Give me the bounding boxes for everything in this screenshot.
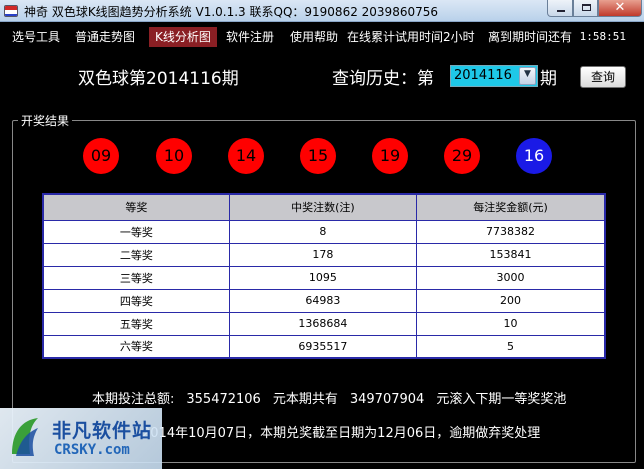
table-row: 四等奖 64983 200 (42, 288, 606, 313)
result-legend: 开奖结果 (18, 112, 73, 129)
prize-amount: 200 (416, 288, 606, 313)
red-ball-5: 19 (372, 138, 408, 174)
col-header-amount: 每注奖金额(元) (416, 193, 606, 221)
menu-normal-trend[interactable]: 普通走势图 (75, 27, 135, 47)
menu-help[interactable]: 使用帮助 (290, 27, 338, 47)
menu-kline-chart[interactable]: K线分析图 (149, 27, 217, 47)
winner-count: 1368684 (228, 311, 418, 336)
query-button[interactable]: 查询 (580, 66, 626, 88)
red-ball-6: 29 (444, 138, 480, 174)
chevron-down-icon: ▼ (524, 69, 531, 79)
draw-info: 2014年10月07日，本期兑奖截至日期为12月06日，逾期做弃奖处理 (142, 426, 541, 441)
red-ball-3: 14 (228, 138, 264, 174)
table-row: 六等奖 6935517 5 (42, 334, 606, 359)
prize-level: 一等奖 (42, 219, 230, 244)
countdown-timer: 1:58:51 (579, 30, 626, 43)
watermark-cn: 非凡软件站 (52, 420, 153, 442)
winner-count: 64983 (228, 288, 418, 313)
menu-pick-tool[interactable]: 选号工具 (12, 27, 60, 47)
pool-suffix: 元滚入下期一等奖奖池 (436, 392, 567, 407)
summary-line: 本期投注总额: 355472106 元本期共有 349707904 元滚入下期一等奖奖池 (92, 388, 566, 407)
winner-count: 1095 (228, 265, 418, 290)
winner-count: 8 (228, 219, 418, 244)
app-flag-icon (4, 5, 18, 17)
prize-level: 三等奖 (42, 265, 230, 290)
selected-issue: 2014116 (454, 68, 512, 83)
expiry-label: 离到期时间还有 (488, 30, 573, 44)
minimize-icon (557, 10, 565, 12)
prize-amount: 7738382 (416, 219, 606, 244)
watermark-logo-icon (12, 418, 38, 456)
table-row: 二等奖 178 153841 (42, 242, 606, 267)
pool-label: 元本期共有 (272, 392, 338, 407)
title-bar: 神奇 双色球K线图趋势分析系统 V1.0.1.3 联系QQ：9190862 20… (0, 0, 644, 22)
red-ball-4: 15 (300, 138, 336, 174)
minimize-button[interactable] (547, 0, 573, 17)
red-ball-2: 10 (156, 138, 192, 174)
close-button[interactable]: ✕ (598, 0, 642, 17)
prize-amount: 10 (416, 311, 606, 336)
maximize-button[interactable] (573, 0, 598, 17)
table-row: 五等奖 1368684 10 (42, 311, 606, 336)
prize-level: 二等奖 (42, 242, 230, 267)
menu-register[interactable]: 软件注册 (226, 27, 274, 47)
dropdown-button[interactable]: ▼ (519, 67, 536, 85)
winner-count: 178 (228, 242, 418, 267)
watermark: 非凡软件站 CRSKY.com (0, 408, 162, 469)
pool-value: 349707904 (349, 392, 425, 407)
prize-level: 五等奖 (42, 311, 230, 336)
prize-level: 四等奖 (42, 288, 230, 313)
window-title: 神奇 双色球K线图趋势分析系统 V1.0.1.3 联系QQ：9190862 20… (24, 5, 439, 19)
prize-table: 等奖 中奖注数(注) 每注奖金额(元) 一等奖 8 7738382 二等奖 17… (42, 193, 606, 359)
issue-suffix: 期 (540, 69, 557, 89)
close-icon: ✕ (614, 0, 626, 15)
col-header-count: 中奖注数(注) (228, 193, 418, 221)
maximize-icon (582, 4, 591, 11)
blue-ball: 16 (516, 138, 552, 174)
prize-amount: 3000 (416, 265, 606, 290)
watermark-en: CRSKY.com (54, 442, 130, 458)
table-row: 三等奖 1095 3000 (42, 265, 606, 290)
col-header-level: 等奖 (42, 193, 230, 221)
total-label: 本期投注总额: (92, 392, 175, 407)
menu-bar: 选号工具 普通走势图 K线分析图 软件注册 使用帮助 在线累计试用时间2小时 离… (0, 24, 644, 48)
red-ball-1: 09 (83, 138, 119, 174)
prize-amount: 153841 (416, 242, 606, 267)
winner-count: 6935517 (228, 334, 418, 359)
table-row: 一等奖 8 7738382 (42, 219, 606, 244)
prize-amount: 5 (416, 334, 606, 359)
table-header-row: 等奖 中奖注数(注) 每注奖金额(元) (42, 193, 606, 221)
total-value: 355472106 (186, 392, 261, 407)
trial-time-label: 在线累计试用时间2小时 (347, 30, 475, 44)
issue-title: 双色球第2014116期 (78, 69, 239, 89)
issue-select[interactable]: 2014116 ▼ (450, 65, 538, 87)
prize-level: 六等奖 (42, 334, 230, 359)
history-query-label: 查询历史：第 (332, 69, 434, 89)
